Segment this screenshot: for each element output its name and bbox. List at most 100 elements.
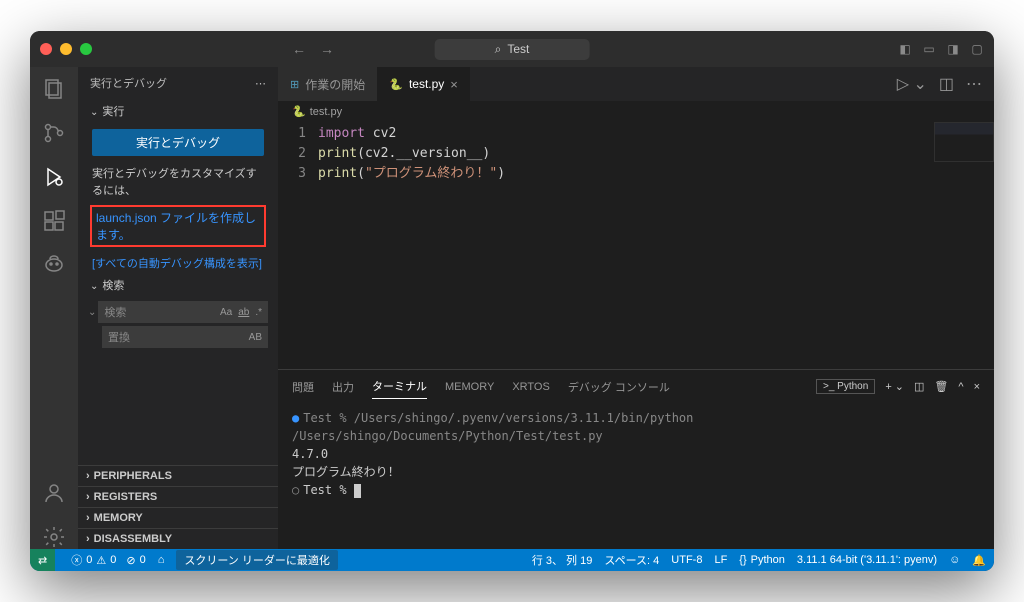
- python-file-icon: 🐍: [292, 105, 306, 118]
- window-body: 実行とデバッグ ⋯ 実行 実行とデバッグ 実行とデバッグをカスタマイズするには、…: [30, 67, 994, 549]
- panel-tabs: 問題 出力 ターミナル MEMORY XRTOS デバッグ コンソール >_ P…: [278, 370, 994, 403]
- breadcrumb-file: test.py: [310, 106, 342, 118]
- create-launch-json-link[interactable]: launch.json ファイルを作成します。: [96, 211, 256, 242]
- workspace-title: Test: [507, 42, 529, 56]
- copilot-icon[interactable]: [42, 253, 66, 277]
- panel-tab-output[interactable]: 出力: [332, 375, 354, 399]
- remote-indicator[interactable]: ⇄: [30, 549, 55, 571]
- layout-primary-icon[interactable]: ◧: [898, 42, 912, 56]
- python-interpreter[interactable]: 3.11.1 64-bit ('3.11.1': pyenv): [797, 552, 937, 568]
- preserve-case-icon[interactable]: AB: [249, 332, 262, 343]
- breadcrumb[interactable]: 🐍 test.py: [278, 101, 994, 122]
- sidebar-title: 実行とデバッグ: [90, 75, 167, 91]
- nav-forward-icon[interactable]: →: [320, 41, 334, 57]
- title-right-icons: ◧ ▭ ◨ ▢: [898, 42, 984, 56]
- run-section-header[interactable]: 実行: [78, 99, 278, 123]
- run-and-debug-button[interactable]: 実行とデバッグ: [92, 129, 264, 156]
- search-input[interactable]: 検索 Aa ab .*: [98, 301, 268, 323]
- panel-actions: >_ Python + ⌄ ◫ 🗑 ^ ×: [816, 379, 980, 394]
- whole-word-icon[interactable]: ab: [238, 307, 249, 318]
- terminal-content[interactable]: ●Test % /Users/shingo/.pyenv/versions/3.…: [278, 403, 994, 549]
- maximize-window-button[interactable]: [80, 43, 92, 55]
- editor-actions: ▷ ⌄ ◫ ⋯: [897, 67, 994, 101]
- search-toggle-icon[interactable]: ⌄: [88, 307, 96, 318]
- panel-tab-terminal[interactable]: ターミナル: [372, 374, 427, 399]
- minimize-window-button[interactable]: [60, 43, 72, 55]
- remote-icon: ⇄: [38, 554, 47, 567]
- command-center[interactable]: ⌕ Test: [435, 39, 590, 60]
- account-icon[interactable]: [42, 481, 66, 505]
- extensions-icon[interactable]: [42, 209, 66, 233]
- terminal-shell-label[interactable]: >_ Python: [816, 379, 875, 394]
- show-all-configs-link[interactable]: [すべての自動デバッグ構成を表示]: [92, 258, 262, 270]
- registers-panel[interactable]: REGISTERS: [78, 486, 278, 507]
- kill-terminal-icon[interactable]: 🗑: [934, 380, 948, 393]
- settings-gear-icon[interactable]: [42, 525, 66, 549]
- search-placeholder: 検索: [104, 304, 126, 320]
- explorer-icon[interactable]: [42, 77, 66, 101]
- nav-back-icon[interactable]: ←: [292, 41, 306, 57]
- code-content[interactable]: import cv2 print(cv2.__version__) print(…: [318, 124, 994, 369]
- tab-welcome[interactable]: ⊞ 作業の開始: [278, 67, 377, 101]
- panel-tab-debug-console[interactable]: デバッグ コンソール: [568, 375, 670, 399]
- sidebar-more-icon[interactable]: ⋯: [255, 77, 266, 90]
- more-actions-icon[interactable]: ⋯: [966, 74, 982, 94]
- panel-tab-memory[interactable]: MEMORY: [445, 377, 494, 397]
- title-bar: ← → ⌕ Test ◧ ▭ ◨ ▢: [30, 31, 994, 67]
- vscode-icon: ⊞: [290, 78, 299, 91]
- layout-secondary-icon[interactable]: ◨: [946, 42, 960, 56]
- home-icon[interactable]: ⌂: [158, 554, 165, 566]
- minimap[interactable]: [934, 122, 994, 162]
- run-file-icon[interactable]: ▷ ⌄: [897, 74, 927, 94]
- memory-panel[interactable]: MEMORY: [78, 507, 278, 528]
- encoding-status[interactable]: UTF-8: [671, 552, 702, 568]
- python-file-icon: 🐍: [389, 78, 403, 91]
- editor-area: ⊞ 作業の開始 🐍 test.py × ▷ ⌄ ◫ ⋯ 🐍 test.py: [278, 67, 994, 549]
- layout-panel-icon[interactable]: ▭: [922, 42, 936, 56]
- replace-input[interactable]: 置換 AB: [102, 326, 268, 348]
- errors-warnings[interactable]: ⓧ0 ⚠0 ⊘0: [71, 552, 145, 568]
- search-section-header[interactable]: 検索: [78, 273, 278, 297]
- warning-icon: ⚠: [96, 554, 106, 567]
- eol-status[interactable]: LF: [714, 552, 727, 568]
- language-mode[interactable]: {} Python: [739, 552, 785, 568]
- notifications-icon[interactable]: 🔔: [972, 552, 986, 568]
- terminal-cursor: [354, 484, 361, 498]
- indent-status[interactable]: スペース: 4: [604, 552, 659, 568]
- source-control-icon[interactable]: [42, 121, 66, 145]
- peripherals-panel[interactable]: PERIPHERALS: [78, 465, 278, 486]
- highlight-box: launch.json ファイルを作成します。: [90, 205, 266, 247]
- split-editor-icon[interactable]: ◫: [939, 74, 954, 94]
- activity-bar: [30, 67, 78, 549]
- editor-tabs: ⊞ 作業の開始 🐍 test.py × ▷ ⌄ ◫ ⋯: [278, 67, 994, 101]
- status-bar: ⇄ ⓧ0 ⚠0 ⊘0 ⌂ スクリーン リーダーに最適化 行 3、 列 19 スペ…: [30, 549, 994, 571]
- port-icon: ⊘: [126, 554, 135, 567]
- maximize-panel-icon[interactable]: ^: [958, 381, 963, 393]
- tab-test-py[interactable]: 🐍 test.py ×: [377, 67, 470, 101]
- feedback-icon[interactable]: ☺: [949, 552, 960, 568]
- replace-placeholder: 置換: [108, 329, 130, 345]
- panel-tab-xrtos[interactable]: XRTOS: [512, 377, 550, 397]
- close-panel-icon[interactable]: ×: [974, 381, 980, 393]
- traffic-lights: [40, 43, 92, 55]
- close-tab-icon[interactable]: ×: [450, 77, 458, 92]
- split-terminal-icon[interactable]: ◫: [914, 380, 924, 393]
- line-numbers: 1 2 3: [278, 124, 318, 369]
- new-terminal-icon[interactable]: + ⌄: [885, 380, 904, 393]
- layout-customize-icon[interactable]: ▢: [970, 42, 984, 56]
- nav-arrows: ← →: [292, 41, 334, 57]
- language-icon: {}: [739, 554, 746, 566]
- panel-tab-problems[interactable]: 問題: [292, 375, 314, 399]
- screen-reader-status[interactable]: スクリーン リーダーに最適化: [176, 550, 338, 570]
- customize-hint: 実行とデバッグをカスタマイズするには、: [92, 166, 264, 199]
- sidebar: 実行とデバッグ ⋯ 実行 実行とデバッグ 実行とデバッグをカスタマイズするには、…: [78, 67, 278, 549]
- run-debug-icon[interactable]: [42, 165, 66, 189]
- disassembly-panel[interactable]: DISASSEMBLY: [78, 528, 278, 549]
- close-window-button[interactable]: [40, 43, 52, 55]
- regex-icon[interactable]: .*: [255, 307, 262, 318]
- match-case-icon[interactable]: Aa: [220, 307, 232, 318]
- cursor-position[interactable]: 行 3、 列 19: [532, 552, 593, 568]
- search-icon: ⌕: [495, 42, 502, 57]
- code-editor[interactable]: 1 2 3 import cv2 print(cv2.__version__) …: [278, 122, 994, 369]
- tab-label: 作業の開始: [305, 76, 365, 93]
